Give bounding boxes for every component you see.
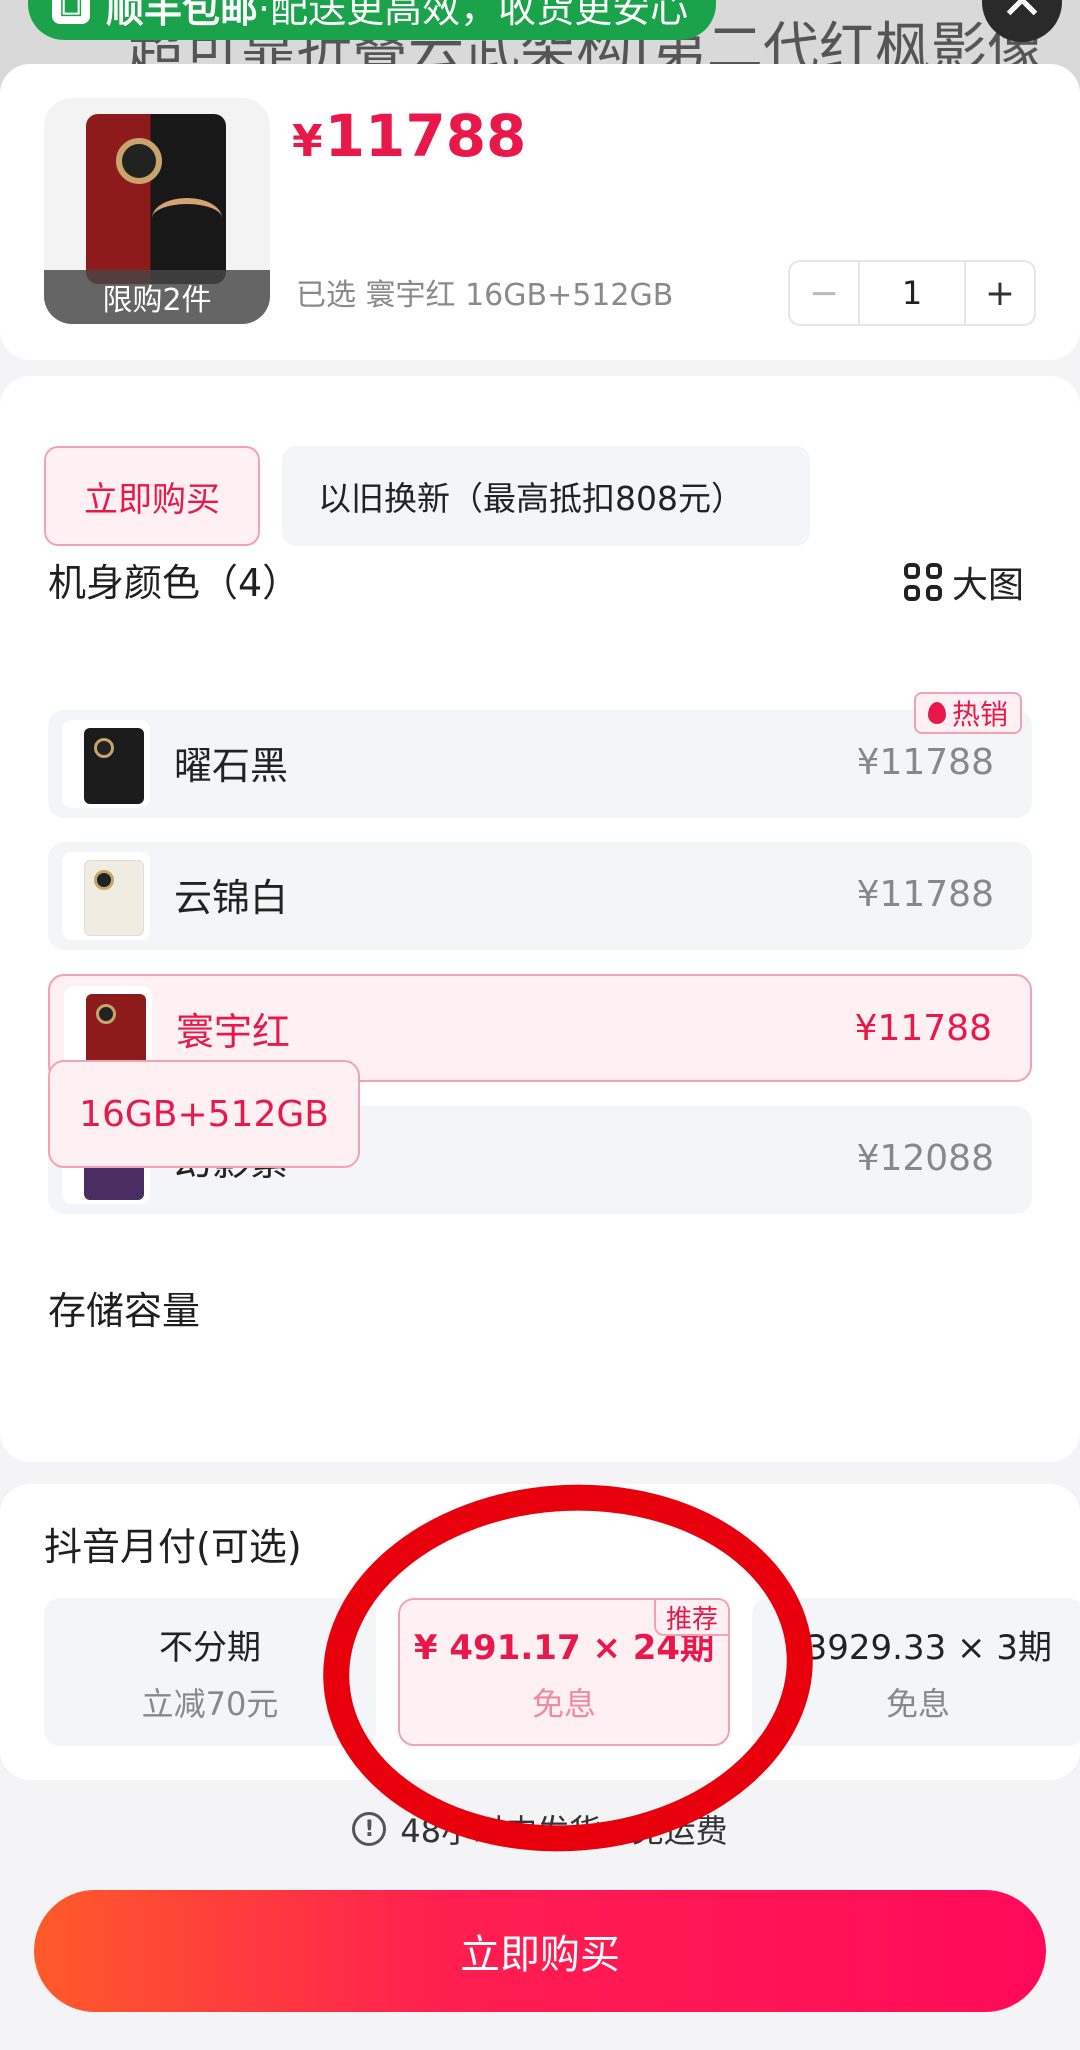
shipping-note-text: 48小时内发货 · 免运费 bbox=[400, 1812, 728, 1850]
quantity-value[interactable]: 1 bbox=[858, 262, 966, 324]
color-option-black[interactable]: 曜石黑 ¥11788 bbox=[48, 710, 1032, 818]
screen-arc bbox=[152, 198, 222, 238]
installment-label: 不分期 bbox=[159, 1627, 261, 1668]
flame-icon bbox=[928, 702, 946, 724]
color-thumbnail bbox=[62, 720, 150, 808]
installment-sublabel: 立减70元 bbox=[141, 1684, 279, 1723]
shipping-icon: ▣ bbox=[52, 0, 90, 24]
recommended-badge: 推荐 bbox=[653, 1598, 730, 1636]
close-icon: ✕ bbox=[1000, 0, 1044, 32]
buy-now-button[interactable]: 立即购买 bbox=[34, 1890, 1046, 2012]
storage-section-title: 存储容量 bbox=[48, 1289, 201, 1333]
increase-quantity-button[interactable]: + bbox=[966, 262, 1034, 324]
big-view-button[interactable]: 大图 bbox=[904, 556, 1024, 608]
installment-card: 抖音月付(可选) 不分期 立减70元 推荐 ¥ 491.17 × 24期 免息 … bbox=[0, 1484, 1080, 1780]
color-price: ¥12088 bbox=[856, 1137, 994, 1179]
installment-sublabel: 免息 bbox=[885, 1684, 950, 1723]
color-price: ¥11788 bbox=[856, 873, 994, 915]
grid-icon bbox=[904, 563, 942, 601]
color-price: ¥11788 bbox=[854, 1007, 992, 1049]
promo-brand: 顺丰包邮 bbox=[106, 0, 259, 31]
color-section-title: 机身颜色（4） bbox=[48, 561, 301, 605]
shipping-note: ! 48小时内发货 · 免运费 bbox=[0, 1806, 1080, 1852]
sku-selection-sheet: 限购2件 ¥11788 已选 寰宇红 16GB+512GB − 1 + 立即购买… bbox=[0, 64, 1080, 2050]
installment-option-3[interactable]: ¥3929.33 × 3期 免息 bbox=[752, 1598, 1080, 1746]
storage-option-selected[interactable]: 16GB+512GB bbox=[48, 1060, 360, 1168]
camera-ring bbox=[116, 138, 162, 184]
color-thumbnail bbox=[62, 852, 150, 940]
decrease-quantity-button[interactable]: − bbox=[790, 262, 858, 324]
promo-text: ·配送更高效，收货更安心 bbox=[258, 0, 689, 31]
installment-label: ¥3929.33 × 3期 bbox=[784, 1627, 1052, 1668]
purchase-limit-badge: 限购2件 bbox=[44, 270, 270, 324]
installment-sublabel: 免息 bbox=[531, 1684, 596, 1723]
color-option-white[interactable]: 云锦白 ¥11788 bbox=[48, 842, 1032, 950]
options-card: 立即购买 以旧换新（最高抵扣808元） 机身颜色（4） 大图 曜石黑 ¥1178… bbox=[0, 376, 1080, 1462]
info-icon: ! bbox=[352, 1812, 387, 1846]
color-name: 云锦白 bbox=[174, 875, 289, 920]
installment-option-24[interactable]: 推荐 ¥ 491.17 × 24期 免息 bbox=[398, 1598, 730, 1746]
phone-image bbox=[86, 114, 226, 284]
shipping-promo-banner: ▣ 顺丰包邮·配送更高效，收货更安心 bbox=[28, 0, 716, 40]
buy-now-mode-button[interactable]: 立即购买 bbox=[44, 446, 260, 546]
product-thumbnail[interactable]: 限购2件 bbox=[44, 98, 270, 324]
product-summary-card: 限购2件 ¥11788 已选 寰宇红 16GB+512GB − 1 + bbox=[0, 64, 1080, 360]
big-view-label: 大图 bbox=[952, 565, 1025, 606]
product-price: ¥11788 bbox=[292, 102, 527, 170]
trade-in-mode-button[interactable]: 以旧换新（最高抵扣808元） bbox=[282, 446, 810, 546]
selected-spec-text: 已选 寰宇红 16GB+512GB bbox=[296, 278, 674, 313]
quantity-stepper: − 1 + bbox=[788, 260, 1036, 326]
hot-sale-badge: 热销 bbox=[914, 692, 1023, 734]
installment-option-none[interactable]: 不分期 立减70元 bbox=[44, 1598, 376, 1746]
installment-title: 抖音月付(可选) bbox=[44, 1525, 302, 1569]
color-name: 曜石黑 bbox=[174, 743, 289, 788]
